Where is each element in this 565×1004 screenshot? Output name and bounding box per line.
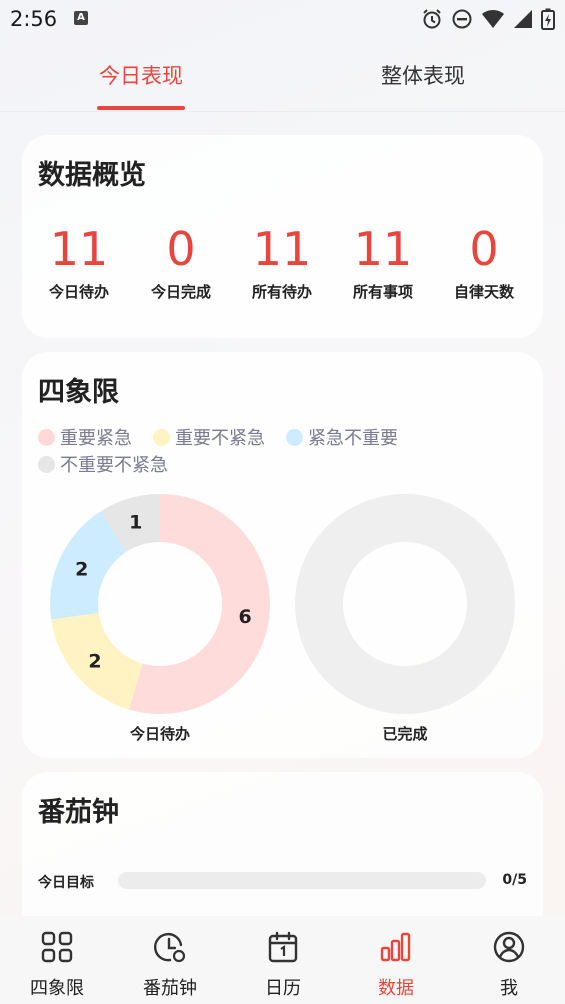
do-not-disturb-icon [452,9,472,29]
legend-swatch [153,428,170,446]
status-bar: 2:56 A [0,0,565,38]
legend-item: 重要紧急 [38,424,132,450]
nav-label: 四象限 [30,978,84,999]
stat-all-todo[interactable]: 11 所有待办 [232,223,332,302]
nav-label: 数据 [378,978,414,999]
empty-donut-ring [295,494,515,714]
legend-item: 紧急不重要 [286,424,398,450]
stat-label: 所有事项 [352,283,413,301]
legend-label: 不重要不紧急 [60,455,168,476]
donut-slice-value: 2 [75,558,88,580]
stat-discipline-days[interactable]: 0 自律天数 [434,223,534,302]
stat-value: 11 [353,222,413,276]
donut-slice-value: 1 [129,511,142,533]
legend-swatch [38,455,55,473]
legend-label: 紧急不重要 [308,428,398,449]
battery-charging-icon [541,8,555,30]
stat-label: 所有待办 [251,283,312,301]
quadrant-title: 四象限 [38,377,119,408]
stat-value: 11 [252,222,312,276]
stat-today-done[interactable]: 0 今日完成 [131,223,231,302]
donut-slice-value: 6 [239,606,252,628]
completed-chart-label: 已完成 [382,725,428,743]
legend-label: 重要紧急 [60,428,132,449]
today-todo-chart-label: 今日待办 [129,725,190,743]
overview-card: 数据概览 11 今日待办 0 今日完成 11 所有待办 11 所有事项 0 自律… [22,135,543,338]
stat-today-todo[interactable]: 11 今日待办 [29,223,129,302]
alarm-icon [423,9,441,29]
legend-label: 重要不紧急 [175,428,265,449]
keyboard-notification-icon: A [74,11,88,25]
grid-icon [41,931,73,963]
overview-title: 数据概览 [38,160,146,191]
active-tab-indicator [97,106,185,110]
status-icons [421,7,555,31]
stat-value: 11 [49,222,109,276]
legend-swatch [38,428,55,446]
calendar-icon [268,931,298,963]
nav-pomodoro[interactable]: 番茄钟 [120,930,220,1000]
bar-chart-icon [380,932,411,962]
tab-today-performance[interactable]: 今日表现 [41,60,241,90]
daily-goal-progress-bar [118,872,486,889]
legend-item: 重要不紧急 [153,424,265,450]
nav-me[interactable]: 我 [459,930,559,1000]
completed-donut-chart [295,494,515,714]
stat-label: 自律天数 [453,283,514,301]
nav-quadrant[interactable]: 四象限 [7,930,107,1000]
donut-slice-value: 2 [88,650,101,672]
today-todo-donut-chart: 6 2 2 1 [50,494,271,714]
clock-icon [154,932,186,963]
quadrant-card: 四象限 重要紧急 重要不紧急 紧急不重要 不重要不紧急 6 2 2 1 今日待办 已完… [22,352,543,758]
nav-calendar[interactable]: 日历 [233,930,333,1000]
user-icon [493,931,525,963]
status-time: 2:56 [10,7,58,31]
signal-icon [514,10,532,28]
tabs-divider [0,111,565,112]
nav-label: 日历 [265,978,301,999]
nav-data[interactable]: 数据 [346,930,446,1000]
legend-item: 不重要不紧急 [38,451,168,477]
stat-label: 今日完成 [150,283,211,301]
top-tabs: 今日表现 整体表现 [0,48,565,112]
stat-label: 今日待办 [48,283,109,301]
tab-overall-performance[interactable]: 整体表现 [323,60,523,90]
wifi-icon [482,9,504,28]
stat-value: 0 [166,222,196,276]
daily-goal-label: 今日目标 [38,875,94,891]
daily-goal-value: 0/5 [502,872,527,888]
stat-value: 0 [469,222,499,276]
nav-label: 我 [500,978,518,999]
legend-swatch [286,428,303,446]
nav-label: 番茄钟 [143,978,197,999]
bottom-navigation: 四象限 番茄钟 日历 数据 我 [0,916,565,1004]
stat-all-items[interactable]: 11 所有事项 [333,223,433,302]
pomodoro-title: 番茄钟 [38,797,119,828]
